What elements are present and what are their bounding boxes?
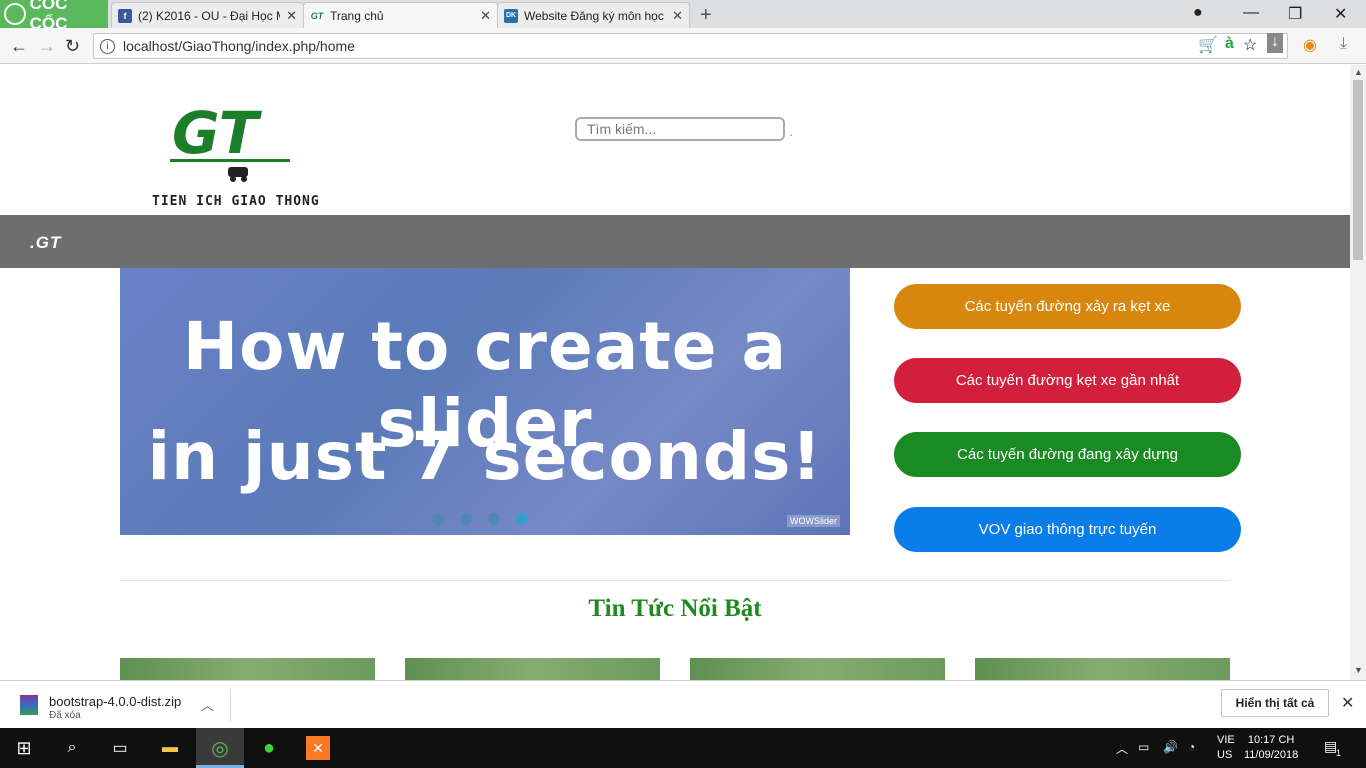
task-view-icon[interactable]: ▭ [108, 736, 132, 760]
slider-dot[interactable] [460, 513, 472, 525]
section-divider [120, 580, 1230, 581]
menu-logo[interactable]: .GT [30, 233, 61, 253]
slider-dots [432, 513, 528, 525]
link-vov-traffic-live[interactable]: VOV giao thông trực tuyến [894, 507, 1241, 552]
input-language[interactable]: VIE US [1217, 733, 1235, 763]
logo-letters: GT [172, 99, 263, 167]
link-label: Các tuyến đường đang xây dựng [957, 446, 1178, 463]
profile-icon[interactable]: ● [1193, 4, 1203, 22]
windows-taskbar: ⊞ ⌕ ▭ ▬ ◎ ● ✕ ︿ ▭ 🔊 ◔ VIE US 10:17 CH 11… [0, 728, 1366, 768]
web-page: GT TIEN ICH GIAO THONG . .GT How to crea… [0, 65, 1350, 680]
close-icon[interactable]: ✕ [1341, 693, 1354, 713]
green-app-icon[interactable]: ● [257, 736, 281, 760]
address-bar: ← → ↻ i localhost/GiaoThong/index.php/ho… [0, 28, 1366, 64]
keyboard-layout: US [1217, 749, 1233, 761]
news-card-thumbnail[interactable] [975, 658, 1230, 680]
link-label: Các tuyến đường xảy ra kẹt xe [964, 298, 1171, 315]
close-icon[interactable]: ✕ [286, 8, 297, 24]
download-status: Đã xóa [49, 710, 81, 721]
browser-tab-strip: CỐC CỐC f (2) K2016 - OU - Đại Học M ✕ G… [0, 0, 1366, 33]
tab-title: (2) K2016 - OU - Đại Học M [138, 8, 281, 23]
link-label: VOV giao thông trực tuyến [978, 521, 1157, 538]
image-slider[interactable]: How to create a slider in just 7 seconds… [120, 268, 850, 535]
download-arrow-icon[interactable]: ↓ [1267, 33, 1283, 53]
close-icon[interactable]: ✕ [672, 8, 683, 24]
tab-trang-chu[interactable]: GT Trang chủ ✕ [303, 2, 498, 28]
tab-facebook[interactable]: f (2) K2016 - OU - Đại Học M ✕ [111, 2, 304, 28]
bookmark-star-icon[interactable]: ☆ [1243, 35, 1257, 55]
news-card-thumbnail[interactable] [690, 658, 945, 680]
url-input[interactable]: i localhost/GiaoThong/index.php/home [93, 33, 1288, 59]
download-shelf: bootstrap-4.0.0-dist.zip Đã xóa ︿ Hiển t… [0, 680, 1366, 728]
facebook-icon: f [118, 8, 132, 23]
coccoc-menu-button[interactable]: CỐC CỐC [0, 0, 108, 33]
coccoc-logo-icon [4, 3, 26, 25]
news-card-thumbnail[interactable] [405, 658, 660, 680]
slider-dot-active[interactable] [516, 513, 528, 525]
dkmh-icon: DK [504, 8, 518, 23]
logo-tagline: TIEN ICH GIAO THONG [152, 194, 320, 209]
download-file-name[interactable]: bootstrap-4.0.0-dist.zip [49, 694, 181, 709]
search-input[interactable] [575, 117, 785, 141]
search-icon[interactable]: ⌕ [60, 736, 84, 760]
info-icon[interactable]: i [100, 38, 115, 54]
link-traffic-jam-routes[interactable]: Các tuyến đường xảy ra kẹt xe [894, 284, 1241, 329]
page-scrollbar[interactable]: ▲ ▼ [1350, 65, 1366, 680]
minimize-icon[interactable]: — [1243, 4, 1259, 22]
new-tab-icon[interactable]: + [700, 4, 712, 27]
url-text: localhost/GiaoThong/index.php/home [123, 38, 355, 54]
restore-icon[interactable]: ❐ [1288, 4, 1302, 24]
clock-time: 10:17 CH [1247, 734, 1295, 746]
clock[interactable]: 10:17 CH 11/09/2018 [1244, 733, 1298, 763]
scroll-down-icon[interactable]: ▼ [1354, 665, 1363, 675]
reload-icon[interactable]: ↻ [65, 36, 80, 57]
notification-count: 1 [1336, 748, 1342, 758]
chevron-up-icon[interactable]: ︿ [201, 695, 214, 714]
zip-file-icon [20, 695, 38, 715]
link-label: Các tuyến đường kẹt xe gần nhất [955, 372, 1180, 389]
close-icon[interactable]: ✕ [480, 8, 491, 24]
search-dot: . [789, 123, 793, 139]
tab-title: Website Đăng ký môn học [524, 8, 664, 23]
shopping-cart-icon[interactable]: 🛒 [1198, 35, 1218, 55]
wifi-icon[interactable]: ◔ [1188, 740, 1195, 754]
forward-arrow-icon[interactable]: → [38, 36, 56, 57]
link-construction-routes[interactable]: Các tuyến đường đang xây dựng [894, 432, 1241, 477]
slider-dot[interactable] [432, 513, 444, 525]
volume-icon[interactable]: 🔊 [1163, 740, 1178, 754]
language-code: VIE [1217, 734, 1235, 746]
window-close-icon[interactable]: ✕ [1334, 4, 1347, 24]
clock-date: 11/09/2018 [1244, 749, 1299, 761]
gt-icon: GT [310, 8, 324, 23]
tray-chevron-icon[interactable]: ︿ [1116, 740, 1128, 757]
car-icon [228, 167, 248, 177]
shelf-divider [230, 689, 231, 721]
back-arrow-icon[interactable]: ← [10, 36, 28, 57]
battery-icon[interactable]: ▭ [1138, 740, 1149, 754]
link-recent-jam-routes[interactable]: Các tuyến đường kẹt xe gần nhất [894, 358, 1241, 403]
vietnamese-input-icon[interactable]: à [1225, 35, 1234, 53]
extension-icon[interactable]: ◉ [1303, 35, 1317, 55]
coccoc-taskbar-icon[interactable]: ◎ [208, 736, 232, 760]
nav-menu-bar: .GT [0, 215, 1350, 268]
scroll-up-icon[interactable]: ▲ [1354, 67, 1363, 77]
slide-caption-line2: in just 7 seconds! [147, 418, 823, 495]
xampp-icon[interactable]: ✕ [306, 736, 330, 760]
scrollbar-thumb[interactable] [1353, 80, 1363, 260]
slider-watermark: WOWSlider [787, 515, 840, 527]
show-all-downloads-button[interactable]: Hiển thị tất cả [1221, 689, 1329, 717]
section-title: Tin Tức Nổi Bật [588, 595, 762, 622]
tab-dang-ky-mon-hoc[interactable]: DK Website Đăng ký môn học ✕ [497, 2, 690, 28]
tab-title: Trang chủ [330, 8, 384, 23]
windows-start-icon[interactable]: ⊞ [12, 736, 36, 760]
slider-dot[interactable] [488, 513, 500, 525]
file-explorer-icon[interactable]: ▬ [158, 736, 182, 760]
downloads-icon[interactable]: ⤓ [1340, 35, 1347, 53]
site-logo[interactable]: GT TIEN ICH GIAO THONG [150, 95, 330, 215]
news-card-thumbnail[interactable] [120, 658, 375, 680]
